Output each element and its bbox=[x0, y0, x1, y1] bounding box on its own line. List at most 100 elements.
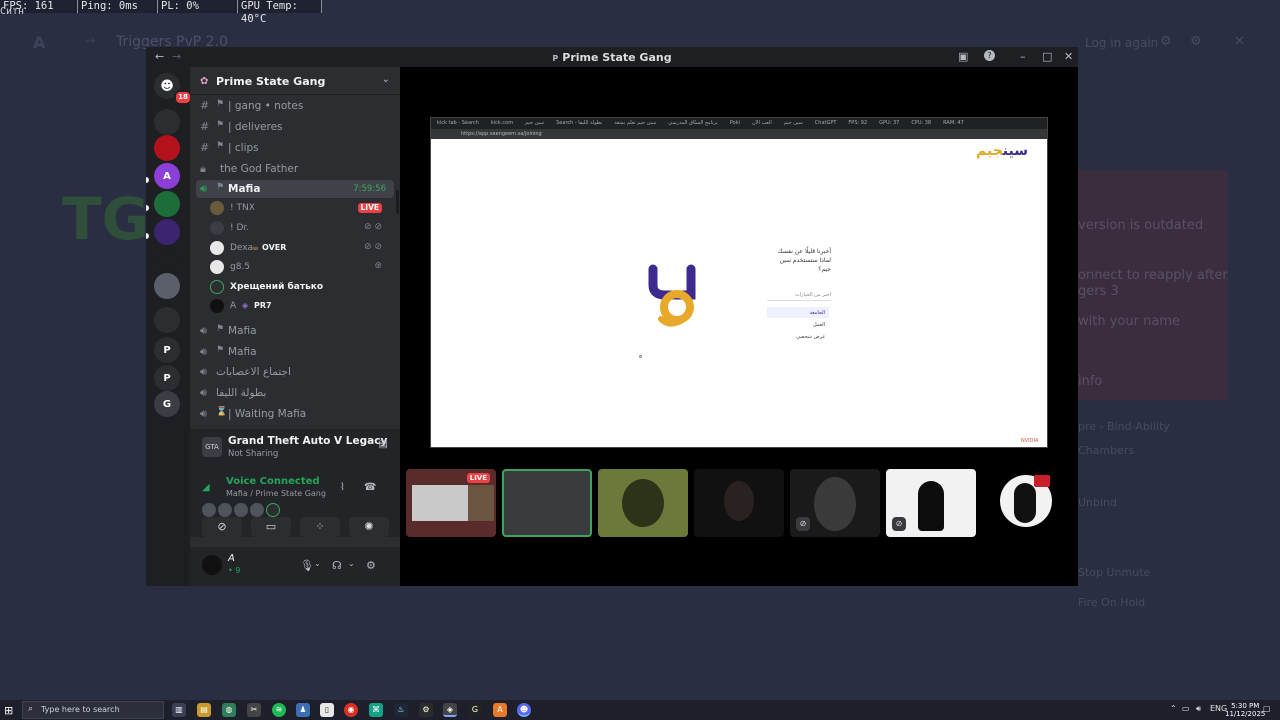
inbox-icon[interactable]: ▣ bbox=[958, 50, 968, 63]
avatar bbox=[234, 503, 248, 517]
participant-tile[interactable]: ⊘ bbox=[886, 469, 976, 537]
avatar bbox=[218, 503, 232, 517]
edge-icon[interactable]: ◍ bbox=[222, 703, 236, 717]
voice-tools: ⊘ ▭ ⁘ ✺ bbox=[202, 517, 389, 539]
voice-user[interactable]: ! TNX LIVE bbox=[210, 200, 390, 218]
chevron-down-icon[interactable]: ⌄ bbox=[382, 74, 390, 85]
voice-user[interactable]: Хрещений батько bbox=[210, 279, 390, 297]
channel-mafia-3[interactable]: 🔊︎ ⚑ Mafia bbox=[196, 343, 394, 361]
close-icon[interactable]: ✕ bbox=[1064, 50, 1073, 63]
signal-icon[interactable]: ◢ bbox=[202, 482, 210, 493]
channel-arabic-2[interactable]: 🔊︎ بطولة الليفا bbox=[196, 384, 394, 402]
chevron-up-icon[interactable]: ⌃ bbox=[1170, 704, 1177, 713]
voice-user[interactable]: Dexa ☕ OVER ⊘ ⊘ bbox=[210, 240, 390, 258]
voice-user[interactable]: A ◈ PR7 bbox=[210, 298, 390, 316]
microphone-icon[interactable]: 🎙︎ bbox=[300, 559, 314, 572]
notifications-icon[interactable]: ▢ bbox=[1263, 704, 1271, 713]
chrome-icon[interactable]: ◉ bbox=[344, 703, 358, 717]
capture-icon[interactable]: ✂ bbox=[247, 703, 261, 717]
clock[interactable]: 5:30 PM 11/12/2025 bbox=[1225, 702, 1265, 718]
discord-icon[interactable]: ☻ bbox=[517, 703, 531, 717]
participant-tile[interactable] bbox=[598, 469, 688, 537]
settings-icon[interactable]: ⚙ bbox=[1190, 34, 1202, 49]
channel-mafia-2[interactable]: 🔊︎ ⚑ Mafia bbox=[196, 322, 394, 340]
server-icon[interactable]: G bbox=[154, 391, 180, 417]
gear-icon[interactable]: ⚙ bbox=[1160, 34, 1172, 49]
stream-stage[interactable]: kick tab - Search kick.com سين جيم Search -… bbox=[400, 67, 1078, 586]
notepad-icon[interactable]: ▯ bbox=[320, 703, 334, 717]
game-art: GTA bbox=[202, 437, 222, 457]
close-icon[interactable]: ✕ bbox=[1234, 34, 1245, 49]
channel-mafia-active[interactable]: 🔊︎ ⚑ Mafia 7:59:56 bbox=[196, 180, 394, 198]
screen-share-icon[interactable]: ▭ bbox=[251, 517, 291, 537]
soundboard-icon[interactable]: ✺ bbox=[349, 517, 389, 537]
steam-icon[interactable]: ♨ bbox=[394, 703, 408, 717]
server-icon[interactable] bbox=[154, 307, 180, 333]
app-icon[interactable]: A bbox=[493, 703, 507, 717]
settings-icon[interactable]: ⚙ bbox=[419, 703, 433, 717]
headphones-icon[interactable]: ☊ bbox=[332, 559, 342, 572]
search-input[interactable]: ⌕ Type here to search bbox=[22, 701, 164, 719]
guild-header[interactable]: ✿ Prime State Gang ⌄ bbox=[190, 67, 400, 95]
home-button[interactable]: ☻ 18 bbox=[154, 73, 192, 105]
channel-gang-notes[interactable]: # ⚑ | gang • notes bbox=[196, 97, 394, 115]
server-icon[interactable] bbox=[154, 135, 180, 161]
activities-icon[interactable]: ⁘ bbox=[300, 517, 340, 537]
help-icon[interactable]: ? bbox=[984, 50, 995, 61]
avatar bbox=[622, 479, 664, 527]
app-icon[interactable]: ♟ bbox=[296, 703, 310, 717]
server-icon[interactable] bbox=[154, 247, 180, 273]
channel-clips[interactable]: # ⚑ | clips bbox=[196, 139, 394, 157]
server-icon[interactable]: P bbox=[154, 365, 180, 391]
share-screen-icon[interactable]: ▤ bbox=[379, 439, 388, 450]
participant-tile[interactable] bbox=[982, 469, 1072, 537]
speaker-icon: 🔊︎ bbox=[200, 345, 207, 358]
maximize-icon[interactable]: □ bbox=[1042, 50, 1052, 63]
server-icon[interactable] bbox=[154, 273, 180, 299]
voice-user[interactable]: g8.5 ⊛ bbox=[210, 259, 390, 277]
background-app-account[interactable]: Log in again bbox=[1085, 36, 1158, 50]
stream-tile[interactable]: LIVE bbox=[406, 469, 496, 537]
shared-screen[interactable]: kick tab - Search kick.com سين جيم Search -… bbox=[430, 117, 1048, 448]
background-app-emblem: TG bbox=[62, 185, 150, 253]
chevron-down-icon[interactable]: ⌄ bbox=[314, 559, 321, 568]
channel-arabic-1[interactable]: 🔊︎ اجتماع الاعصابات bbox=[196, 363, 394, 381]
app-icon[interactable]: ◈ bbox=[443, 703, 457, 717]
participant-tile[interactable]: ⊘ bbox=[790, 469, 880, 537]
file-explorer-icon[interactable]: ▤ bbox=[197, 703, 211, 717]
spotify-icon[interactable]: ≋ bbox=[272, 703, 286, 717]
server-icon[interactable]: P bbox=[154, 337, 180, 363]
windows-start-icon[interactable]: ⊞ bbox=[4, 704, 13, 717]
channel-deliveres[interactable]: # ⚑ | deliveres bbox=[196, 118, 394, 136]
gear-icon[interactable]: ⚙ bbox=[366, 559, 376, 572]
voice-status[interactable]: Voice Connected bbox=[226, 476, 320, 487]
participant-tile[interactable] bbox=[694, 469, 784, 537]
noise-suppression-icon[interactable]: ⌇ bbox=[340, 482, 345, 493]
scrollbar[interactable] bbox=[396, 190, 399, 214]
channel-waiting-mafia[interactable]: 🔊︎ ⌛ | Waiting Mafia bbox=[196, 405, 394, 423]
server-icon[interactable] bbox=[154, 219, 180, 245]
server-icon[interactable] bbox=[154, 191, 180, 217]
app-icon[interactable]: G bbox=[468, 703, 482, 717]
minimize-icon[interactable]: – bbox=[1020, 50, 1026, 63]
activity-subtitle: Not Sharing bbox=[228, 449, 279, 459]
disconnect-icon[interactable]: ☎ bbox=[364, 482, 376, 493]
app-icon[interactable]: ⌘ bbox=[369, 703, 383, 717]
stream-icon: ⊛ bbox=[374, 261, 382, 271]
server-icon[interactable] bbox=[154, 109, 180, 135]
participant-tile-selected[interactable] bbox=[502, 469, 592, 537]
voice-user[interactable]: ! Dr. ⊘ ⊘ bbox=[210, 220, 390, 238]
network-icon[interactable]: ▭ bbox=[1182, 704, 1190, 713]
server-icon[interactable]: A bbox=[154, 163, 180, 189]
voice-channel-path[interactable]: Mafia / Prime State Gang bbox=[226, 489, 326, 498]
stream-preview bbox=[468, 485, 494, 521]
camera-off-icon[interactable]: ⊘ bbox=[202, 517, 242, 537]
channel-god-father[interactable]: 🔒︎ the God Father bbox=[196, 160, 394, 178]
discord-logo-icon: ☻ bbox=[160, 78, 174, 94]
avatar[interactable] bbox=[202, 555, 222, 575]
task-view-icon[interactable]: ▥ bbox=[172, 703, 186, 717]
chevron-down-icon[interactable]: ⌄ bbox=[348, 559, 355, 568]
username[interactable]: A bbox=[228, 553, 235, 564]
volume-icon[interactable]: 🔊︎ bbox=[1196, 704, 1201, 714]
status-emoji-icon: ☕ bbox=[252, 243, 260, 252]
